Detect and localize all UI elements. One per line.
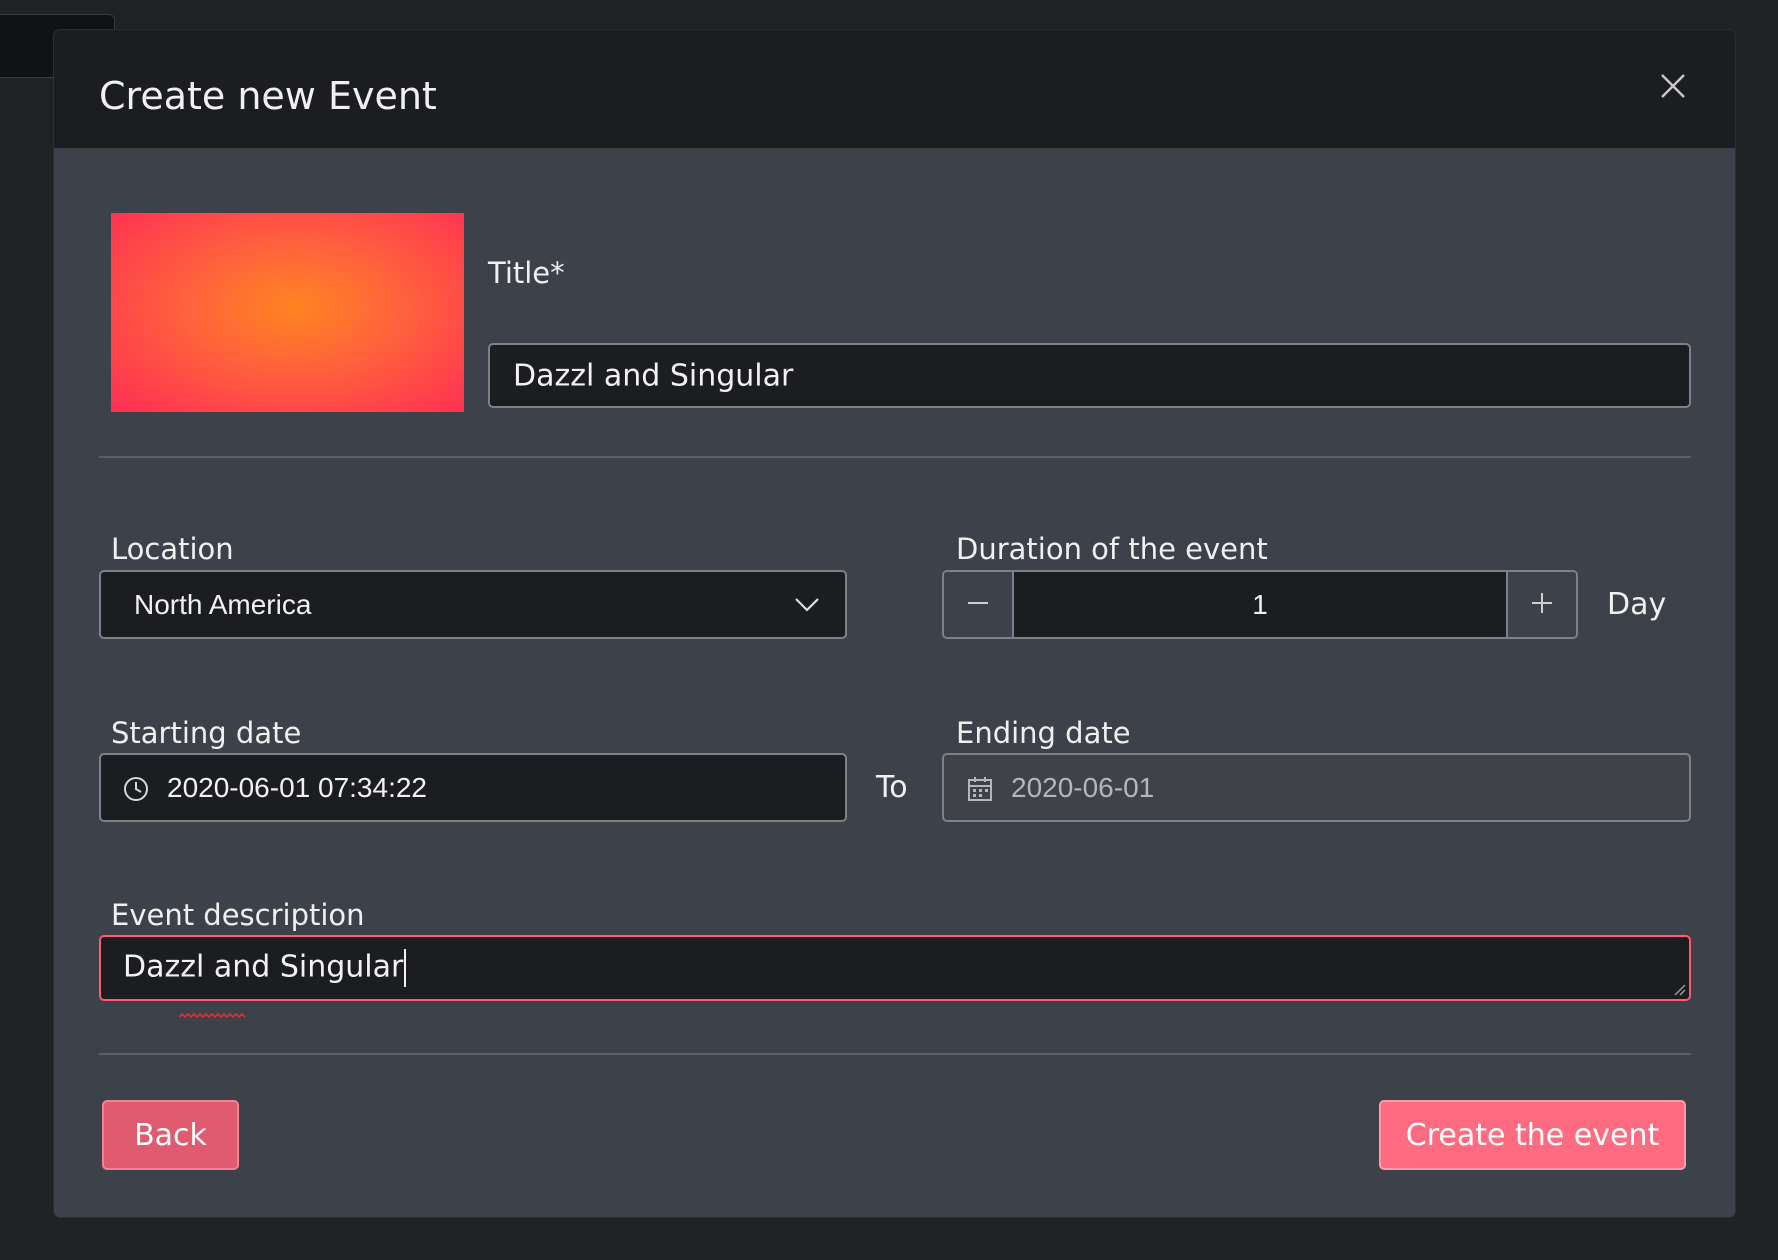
modal-header: Create new Event xyxy=(54,30,1735,148)
clock-icon xyxy=(124,777,148,801)
resize-handle-icon[interactable] xyxy=(1672,982,1686,996)
chevron-down-icon xyxy=(795,598,819,612)
ending-date-label: Ending date xyxy=(956,716,1131,750)
description-label: Event description xyxy=(111,898,365,932)
description-textarea[interactable]: Dazzl and Singular xyxy=(99,935,1691,1001)
location-value: North America xyxy=(134,588,312,620)
duration-label: Duration of the event xyxy=(956,532,1268,566)
spellcheck-underline xyxy=(179,1013,246,1019)
title-label: Title* xyxy=(488,256,565,290)
duration-decrement-button[interactable] xyxy=(944,572,1014,637)
create-event-modal: Create new Event Title* Dazzl and Singul… xyxy=(54,30,1735,1217)
starting-date-value: 2020-06-01 07:34:22 xyxy=(167,771,427,803)
duration-stepper[interactable]: 1 xyxy=(942,570,1578,639)
close-icon xyxy=(1661,74,1685,98)
date-range-separator: To xyxy=(876,770,908,805)
bottom-divider xyxy=(99,1053,1691,1055)
calendar-icon xyxy=(968,777,992,801)
duration-unit: Day xyxy=(1607,587,1667,622)
ending-date-input[interactable]: 2020-06-01 xyxy=(942,753,1691,822)
description-value: Dazzl and Singular xyxy=(123,949,407,987)
starting-date-input[interactable]: 2020-06-01 07:34:22 xyxy=(99,753,847,822)
location-select[interactable]: North America xyxy=(99,570,847,639)
minus-icon xyxy=(968,602,988,604)
plus-icon xyxy=(1532,593,1552,613)
text-cursor xyxy=(404,949,407,987)
close-button[interactable] xyxy=(1653,66,1693,106)
duration-increment-button[interactable] xyxy=(1506,572,1576,637)
top-divider xyxy=(99,456,1691,458)
back-button[interactable]: Back xyxy=(102,1100,239,1170)
title-input[interactable]: Dazzl and Singular xyxy=(488,343,1691,408)
create-event-button[interactable]: Create the event xyxy=(1379,1100,1686,1170)
starting-date-label: Starting date xyxy=(111,716,302,750)
duration-value: 1 xyxy=(1252,588,1268,620)
location-label: Location xyxy=(111,532,234,566)
event-thumbnail[interactable] xyxy=(111,213,464,412)
modal-title: Create new Event xyxy=(99,74,437,118)
ending-date-value: 2020-06-01 xyxy=(1011,771,1155,803)
title-input-value: Dazzl and Singular xyxy=(513,358,794,393)
